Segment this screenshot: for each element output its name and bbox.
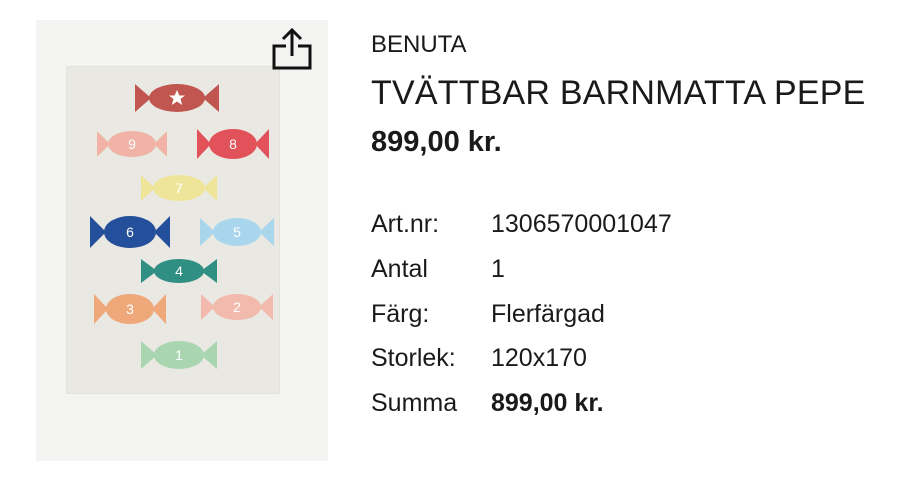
detail-label: Summa — [371, 389, 458, 417]
candy-number: 9 — [128, 136, 136, 152]
candy-number: 2 — [233, 299, 241, 315]
product-price: 899,00 kr. — [371, 126, 502, 158]
detail-row-antal: Antal 1 — [371, 255, 891, 289]
detail-label: Art.nr: — [371, 210, 440, 238]
detail-value: 1 — [491, 255, 505, 283]
candy-4: 4 — [141, 259, 217, 283]
candy-star — [135, 84, 219, 112]
detail-row-art-nr: Art.nr: 1306570001047 — [371, 210, 891, 244]
candy-8: 8 — [197, 129, 269, 159]
detail-label: Storlek: — [371, 344, 456, 372]
candy-6: 6 — [90, 216, 170, 248]
candy-number: 1 — [175, 347, 183, 363]
candy-1: 1 — [141, 341, 217, 369]
detail-value: 120x170 — [491, 344, 587, 372]
detail-row-summa: Summa 899,00 kr. — [371, 389, 891, 423]
candy-number: 3 — [126, 301, 134, 317]
share-icon — [272, 27, 312, 70]
candy-7: 7 — [141, 175, 217, 201]
candy-number: 4 — [175, 263, 183, 279]
candy-2: 2 — [201, 294, 273, 320]
candy-number: 8 — [229, 136, 237, 152]
product-title[interactable]: TVÄTTBAR BARNMATTA PEPE — [371, 74, 866, 113]
candy-number: 6 — [126, 224, 134, 240]
candy-number: 5 — [233, 224, 241, 240]
candy-5: 5 — [200, 218, 274, 246]
detail-label: Färg: — [371, 300, 430, 328]
detail-value: 1306570001047 — [491, 210, 672, 238]
detail-value-total: 899,00 kr. — [491, 389, 604, 417]
rug-pattern: 9 8 7 6 5 4 3 2 1 — [90, 84, 274, 369]
brand-name[interactable]: BENUTA — [371, 31, 467, 59]
candy-9: 9 — [97, 131, 167, 157]
share-button[interactable] — [270, 26, 316, 72]
detail-row-farg: Färg: Flerfärgad — [371, 300, 891, 334]
product-image[interactable]: 9 8 7 6 5 4 3 2 1 — [36, 20, 328, 461]
detail-label: Antal — [371, 255, 428, 283]
detail-value: Flerfärgad — [491, 300, 605, 328]
rug-image: 9 8 7 6 5 4 3 2 1 — [67, 67, 279, 393]
detail-row-storlek: Storlek: 120x170 — [371, 344, 891, 378]
candy-3: 3 — [94, 294, 166, 324]
candy-number: 7 — [175, 180, 183, 196]
